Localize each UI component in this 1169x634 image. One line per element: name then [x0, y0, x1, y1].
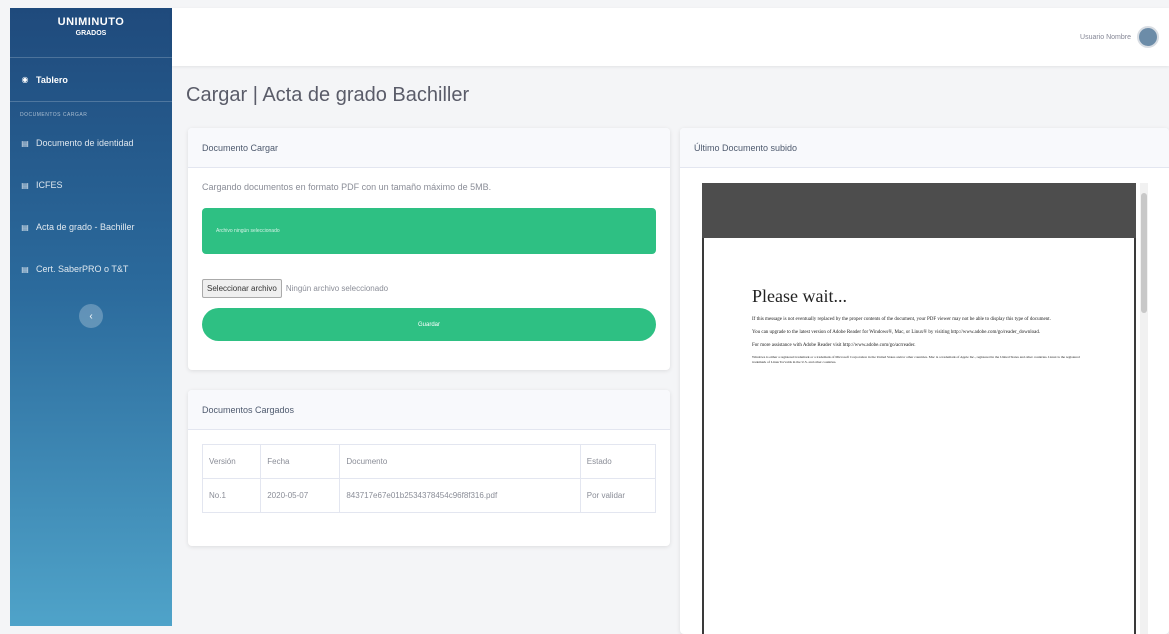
sidebar-heading: Documentos cargar [20, 112, 88, 118]
brand-subtitle: GRADOS [75, 30, 107, 37]
sidebar: UNIMINUTO GRADOS ◉ Tablero Documentos ca… [10, 8, 172, 626]
column-header: Fecha [260, 444, 341, 479]
document-link[interactable]: 843717e67e01b2534378454c96f8f316.pdf [339, 478, 581, 513]
status-alert: Archivo ningún seleccionado [202, 208, 656, 254]
column-header: Estado [579, 444, 657, 479]
viewer-footnote: Windows is either a registered trademark… [752, 355, 1080, 365]
sidebar-item-icfes[interactable]: ▤ ICFES [10, 164, 172, 206]
last-document-card: Último Documento subido Please wait... I… [680, 128, 1169, 634]
table-cell: 2020-05-07 [260, 478, 341, 513]
file-icon: ▤ [21, 138, 29, 148]
pdf-page: Please wait... If this message is not ev… [702, 238, 1136, 634]
viewer-paragraph: You can upgrade to the latest version of… [752, 329, 1041, 335]
sidebar-item-saberpro[interactable]: ▤ Cert. SaberPRO o T&T [10, 248, 172, 290]
column-header: Versión [201, 444, 262, 479]
select-file-button[interactable]: Seleccionar archivo [202, 278, 282, 298]
brand[interactable]: UNIMINUTO GRADOS [10, 8, 172, 58]
table-row: No.1 2020-05-07 843717e67e01b2534378454c… [201, 478, 657, 513]
sidebar-item-label: Cert. SaberPRO o T&T [36, 264, 129, 274]
upload-description: Cargando documentos en formato PDF con u… [202, 182, 492, 192]
viewer-paragraph: If this message is not eventually replac… [752, 317, 1051, 322]
table-header-row: Versión Fecha Documento Estado [201, 444, 657, 479]
file-icon: ▤ [21, 222, 29, 232]
file-icon: ▤ [21, 180, 29, 190]
viewer-scrollbar[interactable] [1140, 183, 1148, 634]
topbar: Usuario Nombre [172, 8, 1169, 66]
sidebar-item-label: Documento de identidad [36, 138, 134, 148]
dashboard-icon: ◉ [21, 75, 29, 84]
file-status: Ningún archivo seleccionado [285, 283, 389, 293]
viewer-paragraph: For more assistance with Adobe Reader vi… [752, 342, 916, 348]
chevron-left-icon: ‹ [89, 310, 93, 322]
pdf-viewer[interactable]: Please wait... If this message is not ev… [702, 183, 1136, 634]
save-button[interactable]: Guardar [202, 308, 656, 341]
brand-title: UNIMINUTO [57, 16, 125, 28]
file-icon: ▤ [21, 264, 29, 274]
sidebar-item-label: Acta de grado - Bachiller [36, 222, 135, 232]
sidebar-item-acta-bachiller[interactable]: ▤ Acta de grado - Bachiller [10, 206, 172, 248]
sidebar-item-label: Tablero [36, 74, 68, 85]
table-cell: No.1 [201, 478, 262, 513]
user-name: Usuario Nombre [1080, 33, 1131, 41]
avatar [1137, 26, 1159, 48]
uploaded-documents-card: Documentos Cargados Versión Fecha Docume… [188, 390, 670, 546]
user-menu[interactable]: Usuario Nombre [1080, 26, 1159, 48]
scrollbar-thumb[interactable] [1141, 193, 1147, 313]
card-header: Documento Cargar [188, 128, 670, 168]
alert-text: Archivo ningún seleccionado [216, 228, 280, 234]
status-badge: Por validar [579, 478, 657, 513]
sidebar-item-identity[interactable]: ▤ Documento de identidad [10, 122, 172, 164]
card-header: Último Documento subido [680, 128, 1169, 168]
pdf-toolbar [702, 183, 1136, 238]
save-button-label: Guardar [417, 321, 440, 328]
documents-table: Versión Fecha Documento Estado No.1 2020… [201, 444, 657, 513]
file-input[interactable]: Seleccionar archivo Ningún archivo selec… [202, 276, 656, 300]
upload-card: Documento Cargar Cargando documentos en … [188, 128, 670, 370]
card-header: Documentos Cargados [188, 390, 670, 430]
page-title: Cargar | Acta de grado Bachiller [186, 84, 470, 106]
sidebar-item-dashboard[interactable]: ◉ Tablero [10, 58, 172, 102]
sidebar-toggle-button[interactable]: ‹ [79, 304, 103, 328]
column-header: Documento [339, 444, 581, 479]
sidebar-item-label: ICFES [36, 180, 63, 190]
viewer-title: Please wait... [752, 286, 847, 306]
